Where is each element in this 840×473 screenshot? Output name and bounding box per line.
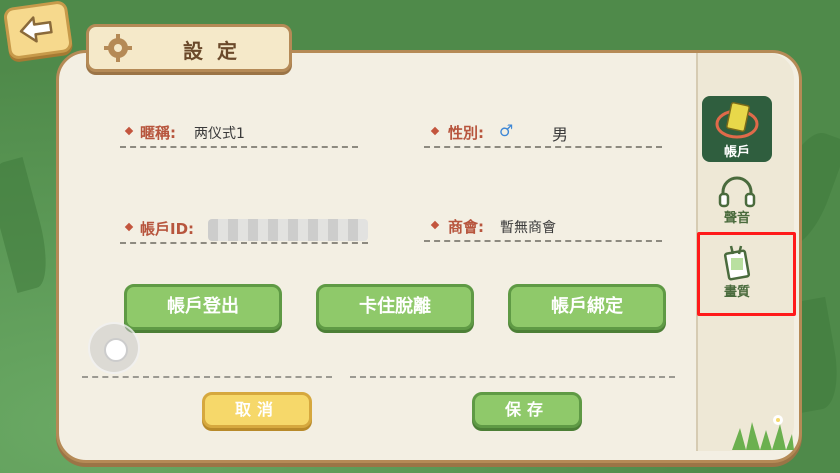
bullet-icon — [430, 126, 440, 136]
gender-label: 性別: — [448, 124, 484, 142]
bullet-icon — [430, 220, 440, 230]
tab-sound[interactable]: 聲音 — [702, 162, 772, 228]
account-id-label: 帳戶ID: — [140, 220, 195, 238]
tab-account[interactable]: 帳戶 — [702, 96, 772, 162]
headphones-icon — [718, 176, 756, 208]
account-id-redacted — [208, 219, 368, 241]
gender-field: 性別: 男 — [424, 116, 662, 148]
unstuck-button[interactable]: 卡住脫離 — [316, 284, 474, 330]
joystick-knob[interactable] — [104, 338, 128, 362]
gender-value: 男 — [552, 125, 569, 144]
guild-label: 商會: — [448, 218, 484, 236]
gear-icon — [104, 34, 132, 62]
nickname-field: 暱稱: 两仪式1 — [120, 116, 358, 148]
title-tab: 設定 — [86, 24, 292, 72]
tab-sound-label: 聲音 — [723, 211, 750, 226]
logout-button[interactable]: 帳戶登出 — [124, 284, 282, 330]
virtual-joystick[interactable] — [88, 322, 140, 374]
save-button[interactable]: 保存 — [472, 392, 582, 428]
account-book-icon — [715, 102, 759, 139]
back-arrow-icon — [19, 16, 53, 43]
male-icon: ♂ — [499, 121, 514, 140]
cancel-button[interactable]: 取消 — [202, 392, 312, 428]
selection-highlight — [697, 232, 796, 316]
bullet-icon — [124, 126, 134, 136]
divider-line — [82, 376, 332, 378]
guild-value: 暫無商會 — [500, 220, 556, 236]
divider-line — [350, 376, 675, 378]
tab-account-label: 帳戶 — [723, 145, 750, 160]
nickname-label: 暱稱: — [140, 124, 176, 142]
grass-decor — [732, 415, 794, 450]
bullet-icon — [124, 222, 134, 232]
bind-account-button[interactable]: 帳戶綁定 — [508, 284, 666, 330]
guild-field: 商會: 暫無商會 — [424, 210, 662, 242]
back-button[interactable] — [2, 0, 74, 61]
nickname-value: 两仪式1 — [194, 126, 245, 142]
settings-panel — [56, 50, 802, 463]
page-title: 設定 — [183, 39, 251, 63]
